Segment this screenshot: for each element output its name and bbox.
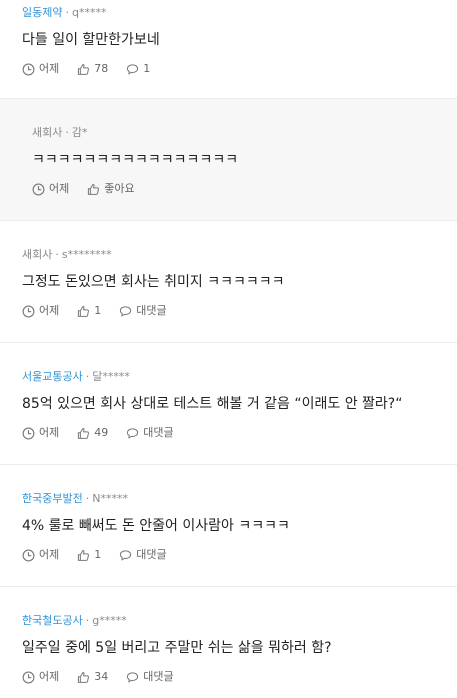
- time-text: 어제: [49, 182, 70, 195]
- comment-text: ㅋㅋㅋㅋㅋㅋㅋㅋㅋㅋㅋㅋㅋㅋㅋㅋ: [32, 152, 239, 168]
- comment-text: 다들 일이 할만한가보네: [22, 32, 160, 48]
- user-name: 감*: [71, 126, 88, 139]
- reply-label: 대댓글: [143, 670, 174, 683]
- reply-count: 1: [143, 62, 151, 75]
- like-count: 1: [94, 304, 102, 317]
- comment-item: 새회사 · s******** 그정도 돈있으면 회사는 취미지 ㅋㅋㅋㅋㅋㅋ 어제…: [0, 221, 457, 343]
- comment-actions: 어제 49 대댓글: [22, 426, 435, 440]
- clock-icon: [22, 305, 35, 317]
- time-text: 어제: [39, 670, 60, 683]
- user-name: q*****: [71, 6, 107, 19]
- user-name: g*****: [92, 614, 127, 627]
- like-button[interactable]: 좋아요: [87, 182, 135, 196]
- comment-text: 일주일 중에 5일 버리고 주말만 쉬는 삶을 뭐하러 함?: [22, 640, 332, 656]
- time-info: 어제: [22, 62, 59, 76]
- reply-button[interactable]: 대댓글: [119, 548, 167, 562]
- time-text: 어제: [39, 304, 60, 317]
- separator-dot: ·: [65, 126, 69, 139]
- reply-item: 새회사 · 감* ㅋㅋㅋㅋㅋㅋㅋㅋㅋㅋㅋㅋㅋㅋㅋㅋ 어제 좋아요: [0, 99, 457, 221]
- thumbs-up-icon: [78, 427, 90, 439]
- company-name[interactable]: 서울교통공사: [22, 370, 83, 383]
- comment-actions: 어제 1 대댓글: [22, 548, 435, 562]
- thumbs-up-icon: [78, 305, 90, 317]
- reply-button[interactable]: 대댓글: [126, 426, 174, 440]
- speech-bubble-icon: [127, 671, 139, 682]
- comment-text: 그정도 돈있으면 회사는 취미지 ㅋㅋㅋㅋㅋㅋ: [22, 274, 285, 290]
- comment-text: 4% 룰로 빼써도 돈 안줄어 이사람아 ㅋㅋㅋㅋ: [22, 518, 290, 534]
- company-name[interactable]: 한국철도공사: [22, 614, 83, 627]
- comment-meta: 일동제약 · q*****: [22, 6, 435, 20]
- time-text: 어제: [39, 426, 60, 439]
- clock-icon: [22, 63, 35, 75]
- reply-label: 대댓글: [136, 304, 167, 317]
- comment-item: 서울교통공사 · 달***** 85억 있으면 회사 상대로 테스트 해볼 거 같음…: [0, 343, 457, 465]
- comment-meta: 한국철도공사 · g*****: [22, 614, 435, 628]
- comment-item: 일동제약 · q***** 다들 일이 할만한가보네 어제 78 1: [0, 0, 457, 99]
- time-text: 어제: [39, 548, 60, 561]
- thumbs-up-icon: [88, 183, 100, 195]
- reply-button[interactable]: 대댓글: [119, 304, 167, 318]
- company-name: 새회사: [22, 248, 53, 261]
- like-button[interactable]: 78: [77, 62, 108, 76]
- speech-bubble-icon: [120, 305, 132, 316]
- like-count: 1: [94, 548, 102, 561]
- comment-meta: 한국중부발전 · N*****: [22, 492, 435, 506]
- clock-icon: [22, 671, 35, 683]
- like-button[interactable]: 1: [77, 548, 101, 562]
- like-button[interactable]: 34: [77, 670, 108, 684]
- time-info: 어제: [22, 426, 59, 440]
- time-info: 어제: [22, 670, 59, 684]
- reply-label: 대댓글: [143, 426, 174, 439]
- thumbs-up-icon: [78, 671, 90, 683]
- separator-dot: ·: [55, 248, 59, 261]
- comment-meta: 새회사 · 감*: [32, 126, 435, 140]
- speech-bubble-icon: [120, 549, 132, 560]
- comment-meta: 새회사 · s********: [22, 248, 435, 262]
- speech-bubble-icon: [127, 63, 139, 74]
- time-text: 어제: [39, 62, 60, 75]
- like-button[interactable]: 1: [77, 304, 101, 318]
- like-button[interactable]: 49: [77, 426, 108, 440]
- speech-bubble-icon: [127, 427, 139, 438]
- comment-feed: 일동제약 · q***** 다들 일이 할만한가보네 어제 78 1 새회사 · 감* …: [0, 0, 457, 697]
- comment-actions: 어제 1 대댓글: [22, 304, 435, 318]
- comment-text: 85억 있으면 회사 상대로 테스트 해볼 거 같음 “이래도 안 짤라?“: [22, 396, 403, 412]
- user-name: 달*****: [92, 370, 130, 383]
- like-label: 좋아요: [104, 182, 135, 195]
- clock-icon: [22, 427, 35, 439]
- separator-dot: ·: [85, 492, 90, 505]
- company-name[interactable]: 한국중부발전: [22, 492, 83, 505]
- comment-actions: 어제 34 대댓글: [22, 670, 435, 684]
- reply-button[interactable]: 1: [126, 62, 150, 76]
- comment-item: 한국중부발전 · N***** 4% 룰로 빼써도 돈 안줄어 이사람아 ㅋㅋㅋㅋ …: [0, 465, 457, 587]
- thumbs-up-icon: [78, 549, 90, 561]
- time-info: 어제: [22, 304, 59, 318]
- user-name: N*****: [92, 492, 128, 505]
- like-count: 49: [94, 426, 109, 439]
- separator-dot: ·: [85, 370, 90, 383]
- comment-actions: 어제 78 1: [22, 62, 435, 76]
- company-name: 새회사: [32, 126, 63, 139]
- clock-icon: [22, 549, 35, 561]
- comment-meta: 서울교통공사 · 달*****: [22, 370, 435, 384]
- reply-label: 대댓글: [136, 548, 167, 561]
- company-name[interactable]: 일동제약: [22, 6, 62, 19]
- comment-actions: 어제 좋아요: [32, 182, 435, 196]
- reply-button[interactable]: 대댓글: [126, 670, 174, 684]
- thumbs-up-icon: [78, 63, 90, 75]
- comment-item: 한국철도공사 · g***** 일주일 중에 5일 버리고 주말만 쉬는 삶을 뭐하…: [0, 587, 457, 697]
- separator-dot: ·: [65, 6, 69, 19]
- like-count: 78: [94, 62, 109, 75]
- separator-dot: ·: [85, 614, 90, 627]
- time-info: 어제: [32, 182, 69, 196]
- time-info: 어제: [22, 548, 59, 562]
- like-count: 34: [94, 670, 109, 683]
- clock-icon: [32, 183, 45, 195]
- user-name: s********: [61, 248, 112, 261]
